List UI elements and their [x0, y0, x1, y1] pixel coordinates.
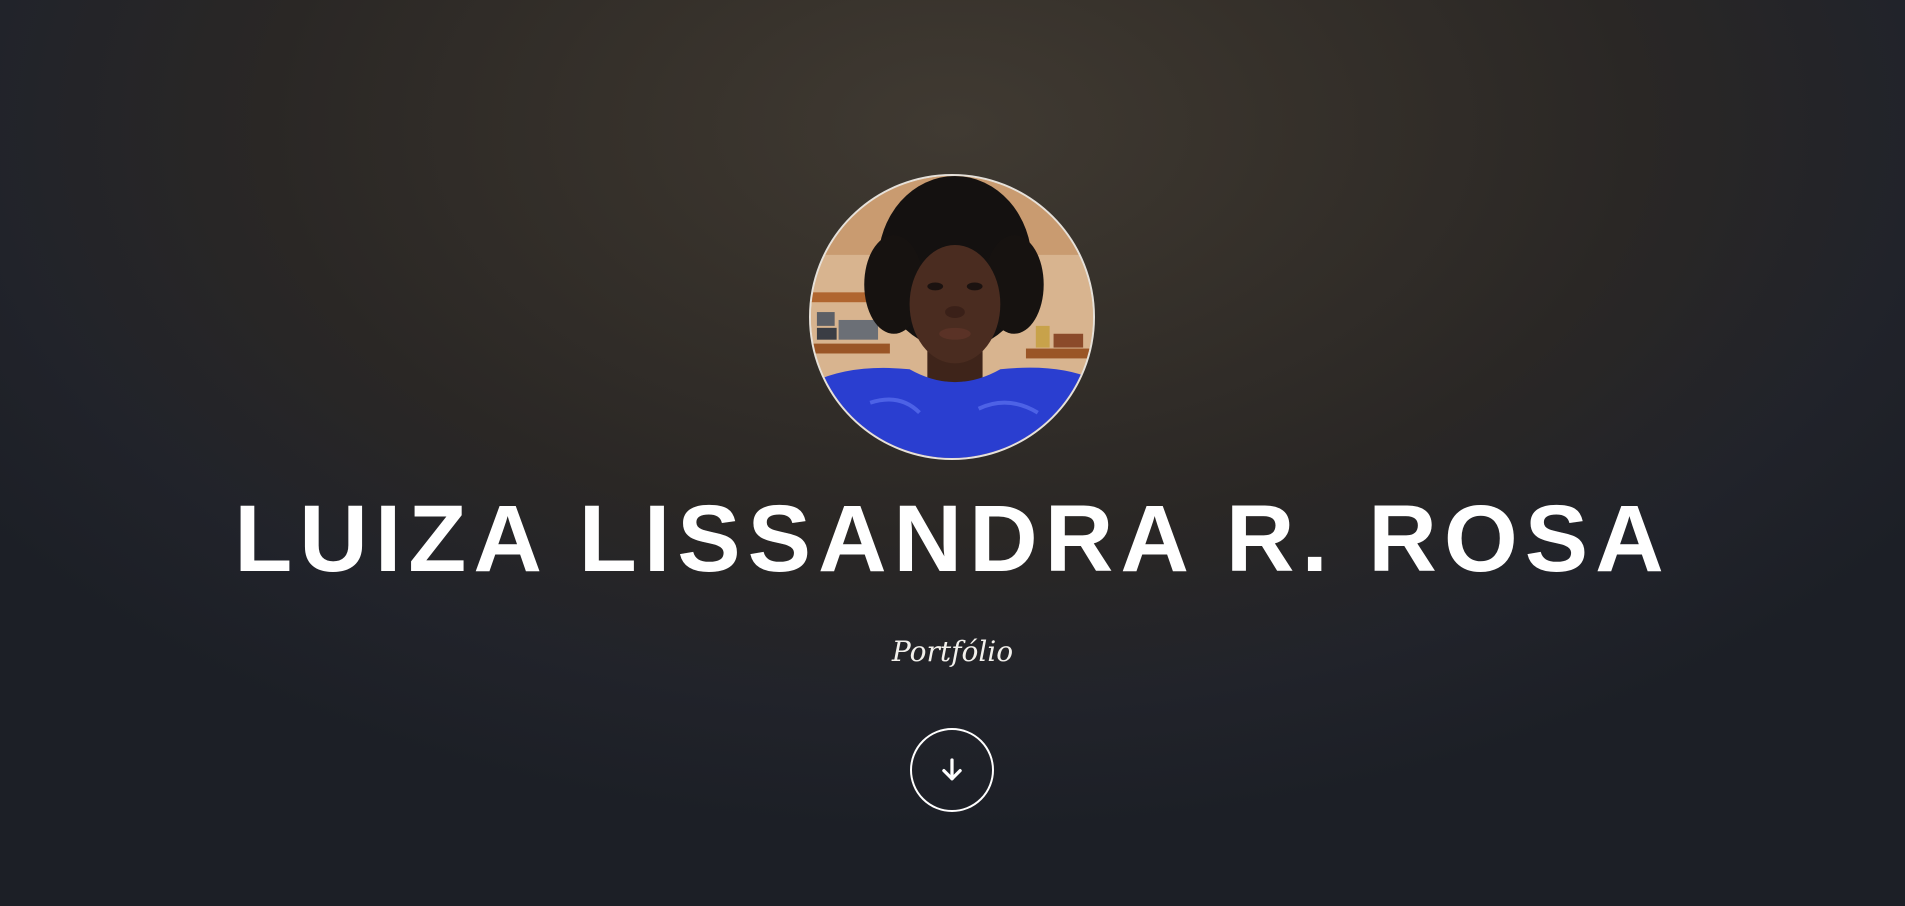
- page-title: LUIZA LISSANDRA R. ROSA: [234, 486, 1671, 592]
- page-subtitle: Portfólio: [891, 635, 1014, 668]
- profile-photo: [809, 174, 1095, 460]
- arrow-down-icon: [942, 758, 962, 781]
- hero-section: LUIZA LISSANDRA R. ROSA Portfólio: [0, 0, 1905, 906]
- scroll-down-button[interactable]: [910, 728, 994, 812]
